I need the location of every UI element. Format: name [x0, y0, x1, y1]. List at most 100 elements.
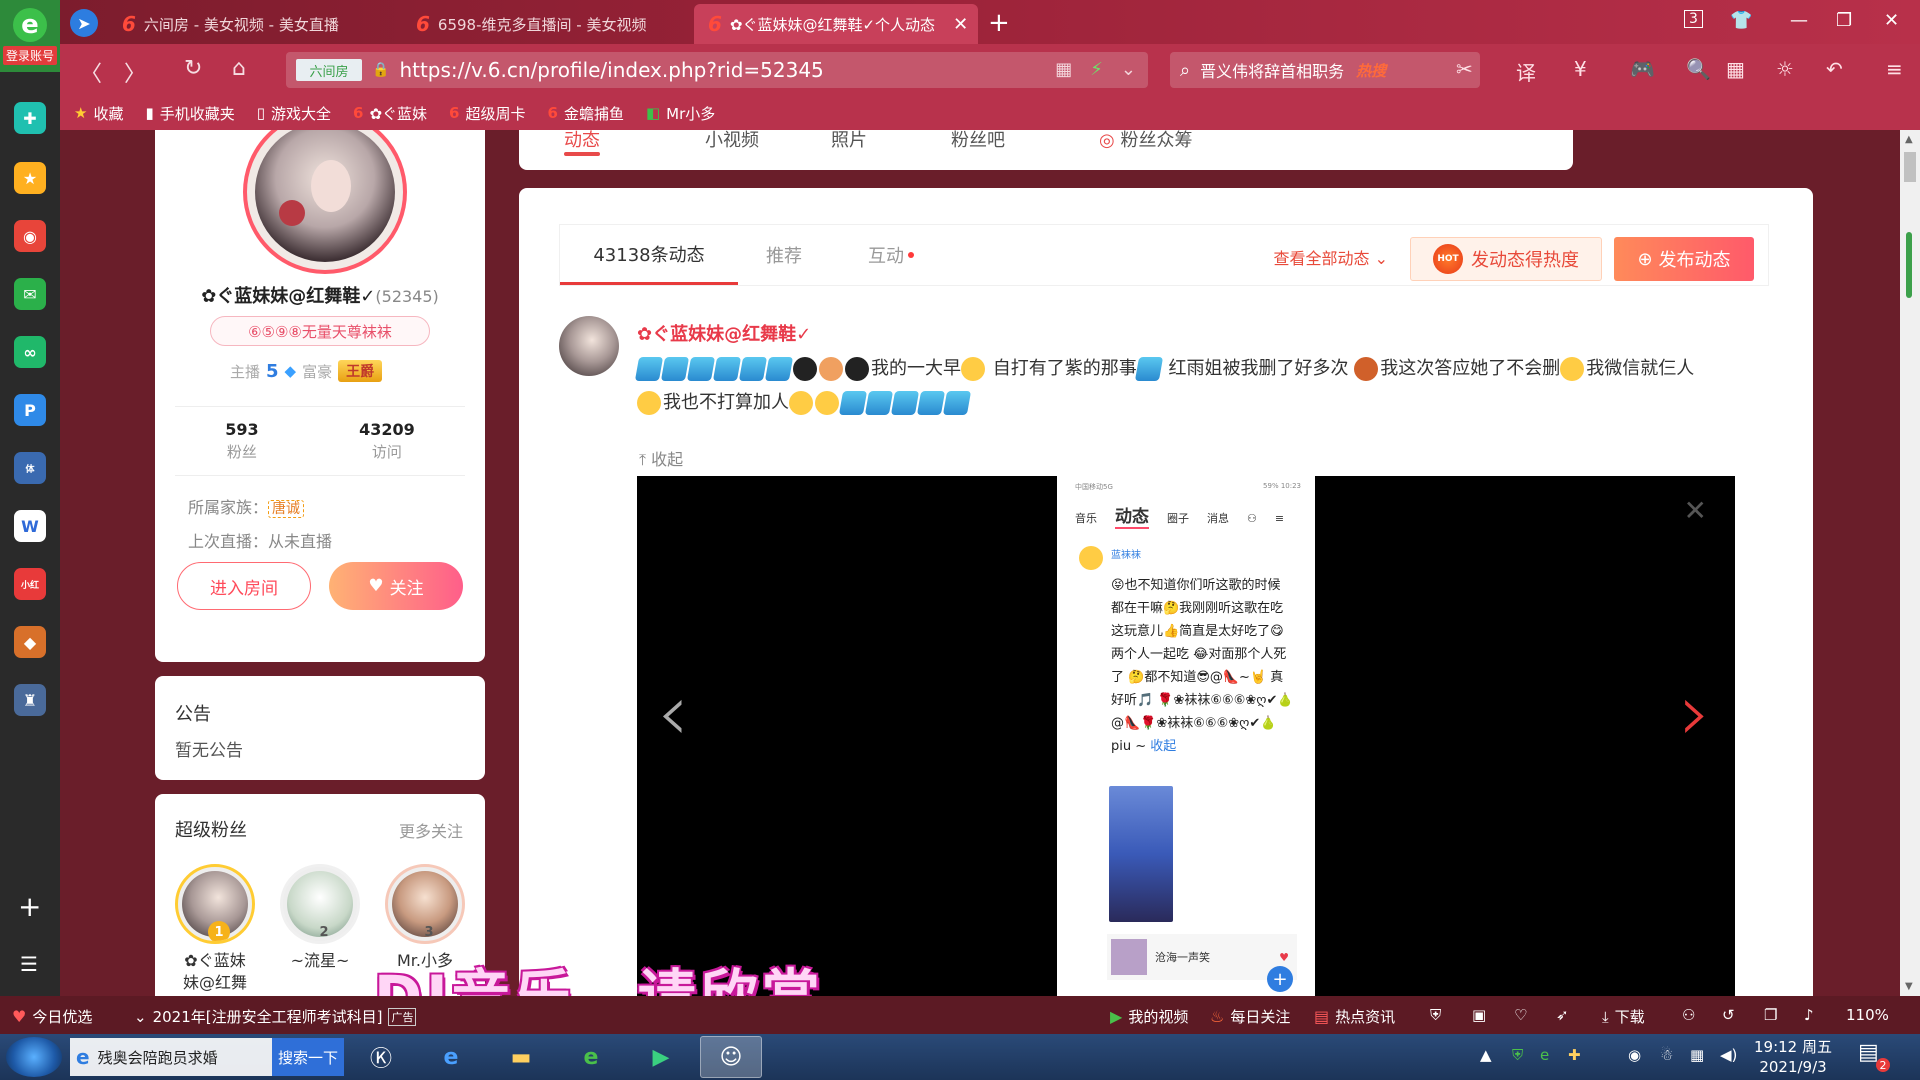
- search-text[interactable]: 晋义伟将辞首相职务: [1200, 58, 1344, 82]
- bookmark-mrxiaoduo[interactable]: ◧ Mr小多: [646, 103, 715, 124]
- magnifier-icon[interactable]: 🔍: [1686, 57, 1711, 81]
- daily-follow[interactable]: ♨ 每日关注: [1210, 1006, 1290, 1027]
- list-menu-icon[interactable]: ☰: [20, 952, 38, 976]
- translate-icon[interactable]: 译: [1516, 57, 1536, 86]
- add-app-icon[interactable]: +: [18, 890, 41, 923]
- undo-icon[interactable]: ↶: [1826, 57, 1843, 81]
- gamepad-icon[interactable]: 🎮: [1630, 57, 1655, 81]
- tray-expand-icon[interactable]: ▲: [1480, 1046, 1492, 1064]
- refresh-icon[interactable]: ↻: [184, 56, 202, 81]
- mail-icon[interactable]: ✉: [14, 278, 46, 310]
- super-fan-2[interactable]: 2 ~流星~: [280, 864, 360, 972]
- post-author-avatar[interactable]: [559, 316, 619, 376]
- star-app-icon[interactable]: ★: [14, 162, 46, 194]
- nav-item-fan-forum[interactable]: 粉丝吧: [951, 130, 1005, 152]
- tab-2[interactable]: 6 6598-维克多直播间 - 美女视频: [402, 4, 692, 44]
- browser-nav-icon[interactable]: ➤: [70, 9, 98, 37]
- start-button[interactable]: [6, 1037, 62, 1077]
- back-icon[interactable]: 〈: [80, 56, 102, 88]
- p-app-icon[interactable]: P: [14, 394, 46, 426]
- forward-icon[interactable]: 〉: [124, 56, 146, 88]
- nav-item-videos[interactable]: 小视频: [705, 130, 759, 152]
- nav-item-crowdfunding[interactable]: ◎ 粉丝众筹: [1099, 130, 1192, 152]
- ie-browser-icon[interactable]: e: [420, 1036, 482, 1078]
- network-icon[interactable]: ▦: [1690, 1046, 1704, 1064]
- notification-center[interactable]: ▤ 2: [1858, 1040, 1890, 1072]
- collapse-button[interactable]: ⤒ 收起: [639, 446, 683, 470]
- castle-app-icon[interactable]: ♜: [14, 684, 46, 716]
- tab-recommend[interactable]: 推荐: [766, 225, 802, 285]
- chrome-tray-icon[interactable]: ◉: [1628, 1046, 1641, 1064]
- tab-1[interactable]: 6 六间房 - 美女视频 - 美女直播: [108, 4, 398, 44]
- family-badge[interactable]: ⑥⑤⑨⑧无量天尊袜袜: [210, 316, 430, 346]
- rocket-icon[interactable]: ➶: [1556, 1006, 1569, 1024]
- taskbar-search-button[interactable]: 搜索一下: [272, 1038, 344, 1076]
- publish-post-button[interactable]: ⊕ 发布动态: [1614, 237, 1754, 281]
- url-field[interactable]: 六间房 🔒 https://v.6.cn/profile/index.php?r…: [286, 52, 1148, 88]
- download[interactable]: ⤓ 下载: [1602, 1006, 1645, 1027]
- taskbar-ie-search[interactable]: e 残奥会陪跑员求婚: [70, 1038, 276, 1076]
- word-doc-icon[interactable]: W: [14, 510, 46, 542]
- video-player-icon[interactable]: ▶: [630, 1036, 692, 1078]
- plus-app-icon[interactable]: ✚: [14, 102, 46, 134]
- link-app-icon[interactable]: ∞: [14, 336, 46, 368]
- login-account-label[interactable]: 登录账号: [2, 45, 57, 65]
- bookmark-lanmei[interactable]: 6 ✿ぐ蓝妹: [353, 103, 427, 124]
- game-icon[interactable]: ⚇: [1682, 1006, 1695, 1024]
- image-icon[interactable]: ▣: [1472, 1006, 1486, 1024]
- page-scrollbar[interactable]: ▲ ▼: [1900, 130, 1920, 996]
- menu-icon[interactable]: ≡: [1886, 57, 1903, 81]
- scissors-icon[interactable]: ✂: [1456, 57, 1473, 81]
- sports-app-icon[interactable]: 体: [14, 452, 46, 484]
- volume-icon[interactable]: ◀): [1720, 1046, 1737, 1064]
- search-field[interactable]: ⌕ 晋义伟将辞首相职务 热搜: [1170, 52, 1480, 88]
- folder-icon[interactable]: ▬: [490, 1036, 552, 1078]
- browser-logo[interactable]: e 登录账号: [0, 0, 60, 72]
- bookmark-mobile[interactable]: ▮ 手机收藏夹: [145, 103, 234, 124]
- minimize-button[interactable]: —: [1790, 10, 1808, 31]
- home-icon[interactable]: ⌂: [232, 56, 246, 81]
- tab-3-active[interactable]: 6 ✿ぐ蓝妹妹@红舞鞋✓个人动态 ✕: [694, 4, 978, 44]
- grid-icon[interactable]: ▦: [1726, 57, 1745, 81]
- system-clock[interactable]: 19:12 周五 2021/9/3: [1754, 1037, 1832, 1077]
- close-window-button[interactable]: ✕: [1884, 10, 1899, 31]
- post-author-name[interactable]: ✿ぐ蓝妹妹@红舞鞋✓: [637, 320, 811, 346]
- today-picks[interactable]: ♥ 今日优选: [12, 1006, 92, 1027]
- bookmark-games[interactable]: ▯ 游戏大全: [257, 103, 331, 124]
- qrcode-icon[interactable]: ▦: [1055, 59, 1072, 80]
- bookmark-fishing[interactable]: 6 金蟾捕鱼: [548, 103, 624, 124]
- bookmark-favorites[interactable]: ★ 收藏: [74, 103, 123, 124]
- restore-button[interactable]: ❐: [1836, 10, 1852, 31]
- tab-interact[interactable]: 互动: [868, 225, 914, 285]
- view-all-dropdown[interactable]: 查看全部动态 ⌄: [1273, 245, 1388, 269]
- zoom-level[interactable]: 110%: [1846, 1006, 1889, 1024]
- follow-button[interactable]: ♥ 关注: [329, 562, 463, 610]
- plus-tray-icon[interactable]: ✚: [1568, 1046, 1581, 1064]
- tab-close-icon[interactable]: ✕: [953, 14, 968, 35]
- url-text[interactable]: https://v.6.cn/profile/index.php?rid=523…: [399, 58, 823, 82]
- prev-image-arrow-icon[interactable]: ‹: [657, 666, 689, 759]
- hot-news[interactable]: ▤ 热点资讯: [1314, 1006, 1395, 1027]
- qq-tray-icon[interactable]: ☃: [1660, 1046, 1673, 1064]
- tab-count-badge[interactable]: 3: [1684, 10, 1703, 28]
- family-name-tag[interactable]: 唐诚: [268, 500, 305, 518]
- k-app-icon[interactable]: Ⓚ: [350, 1036, 412, 1078]
- earn-heat-button[interactable]: HOT 发动态得热度: [1410, 237, 1602, 281]
- profile-avatar[interactable]: [243, 130, 407, 274]
- game-app-icon[interactable]: ◆: [14, 626, 46, 658]
- liujianfang-app-icon[interactable]: ☺: [700, 1036, 762, 1078]
- super-fan-1[interactable]: 1 ✿ぐ蓝妹 妹@红舞: [175, 864, 255, 994]
- lightning-icon[interactable]: ⚡: [1090, 59, 1103, 80]
- stat-fans[interactable]: 593 粉丝: [225, 420, 258, 462]
- scroll-up-icon[interactable]: ▲: [1905, 134, 1913, 145]
- sound-icon[interactable]: ♪: [1804, 1006, 1814, 1024]
- window-icon[interactable]: ❐: [1764, 1006, 1777, 1024]
- close-viewer-icon[interactable]: ✕: [1684, 494, 1707, 527]
- scroll-down-icon[interactable]: ▼: [1905, 981, 1913, 992]
- chevron-down-icon[interactable]: ⌄: [1121, 59, 1136, 80]
- shirt-icon[interactable]: 👕: [1730, 10, 1752, 31]
- tab-all-dynamics[interactable]: 43138条动态: [560, 225, 738, 285]
- refresh-list-icon[interactable]: ↺: [1722, 1006, 1735, 1024]
- my-video[interactable]: ▶ 我的视频: [1110, 1006, 1188, 1027]
- xiaohongshu-icon[interactable]: 小红: [14, 568, 46, 600]
